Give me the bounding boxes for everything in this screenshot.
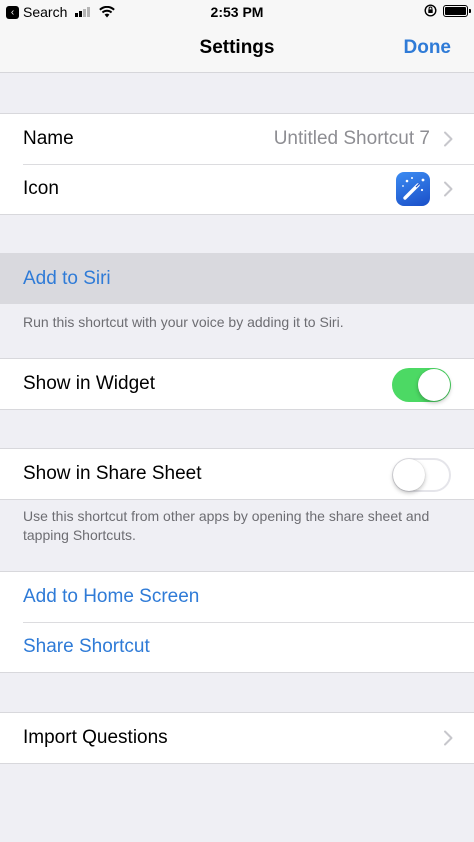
add-to-home-screen-label: Add to Home Screen xyxy=(23,586,200,607)
share-shortcut-label: Share Shortcut xyxy=(23,636,150,657)
show-in-widget-row: Show in Widget xyxy=(0,359,474,409)
shortcut-info-group: Name Untitled Shortcut 7 Icon xyxy=(0,113,474,215)
status-time: 2:53 PM xyxy=(210,4,264,20)
siri-footer-text: Run this shortcut with your voice by add… xyxy=(23,314,344,330)
share-sheet-group: Show in Share Sheet xyxy=(0,448,474,500)
icon-label: Icon xyxy=(23,178,59,199)
import-questions-label: Import Questions xyxy=(23,727,168,748)
share-sheet-footer-text: Use this shortcut from other apps by ope… xyxy=(23,508,430,543)
import-group: Import Questions xyxy=(0,712,474,764)
import-questions-row[interactable]: Import Questions xyxy=(0,713,474,763)
navigation-bar: Settings Done xyxy=(0,24,474,73)
chevron-right-icon xyxy=(444,131,453,147)
magic-wand-icon xyxy=(396,172,430,206)
name-value: Untitled Shortcut 7 xyxy=(273,128,430,149)
widget-group: Show in Widget xyxy=(0,358,474,410)
name-row[interactable]: Name Untitled Shortcut 7 xyxy=(0,114,474,164)
toggle-knob xyxy=(418,369,450,401)
battery-icon xyxy=(443,4,471,17)
actions-group: Add to Home Screen Share Shortcut xyxy=(0,571,474,673)
status-bar: ‹ Search 2:53 PM xyxy=(0,0,474,24)
done-button[interactable]: Done xyxy=(404,37,452,59)
show-in-share-sheet-toggle[interactable] xyxy=(392,458,451,492)
icon-row[interactable]: Icon xyxy=(0,164,474,214)
show-in-share-sheet-label: Show in Share Sheet xyxy=(23,463,202,484)
show-in-widget-label: Show in Widget xyxy=(23,373,156,394)
toggle-knob xyxy=(393,459,425,491)
chevron-right-icon xyxy=(444,181,453,197)
share-shortcut-button[interactable]: Share Shortcut xyxy=(0,622,474,672)
orientation-lock-icon xyxy=(424,4,437,17)
name-label: Name xyxy=(23,128,74,149)
show-in-share-sheet-row: Show in Share Sheet xyxy=(0,449,474,499)
chevron-right-icon xyxy=(444,730,453,746)
show-in-widget-toggle[interactable] xyxy=(392,368,451,402)
add-to-home-screen-button[interactable]: Add to Home Screen xyxy=(0,572,474,622)
add-to-siri-label: Add to Siri xyxy=(23,267,111,289)
add-to-siri-button[interactable]: Add to Siri xyxy=(0,253,474,304)
